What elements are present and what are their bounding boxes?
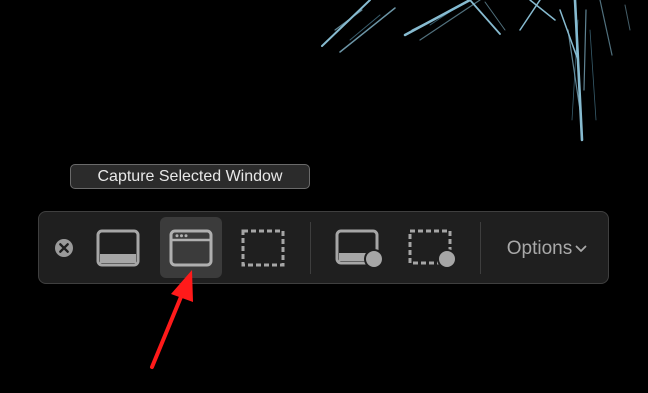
dashed-selection-icon (241, 229, 285, 267)
capture-selected-portion-button[interactable] (238, 228, 288, 268)
chevron-down-icon (575, 245, 587, 252)
record-selected-portion-button[interactable] (407, 226, 461, 272)
wallpaper-feather-art (321, 0, 631, 142)
toolbar-divider (310, 222, 311, 274)
capture-selected-window-button[interactable] (160, 217, 222, 278)
options-label: Options (506, 238, 573, 259)
record-entire-screen-button[interactable] (334, 226, 388, 272)
close-button[interactable] (53, 237, 75, 259)
close-icon (55, 239, 73, 257)
toolbar-divider (480, 222, 481, 274)
window-icon (169, 229, 213, 266)
record-screen-icon (335, 229, 384, 269)
options-menu-button[interactable]: Options (497, 232, 597, 266)
entire-screen-icon (96, 229, 140, 267)
record-selection-icon (408, 229, 457, 269)
tooltip-text: Capture Selected Window (97, 168, 283, 185)
screenshot-toolbar: Options (38, 211, 609, 284)
capture-entire-screen-button[interactable] (93, 228, 143, 268)
tooltip-capture-selected-window: Capture Selected Window (70, 164, 310, 189)
